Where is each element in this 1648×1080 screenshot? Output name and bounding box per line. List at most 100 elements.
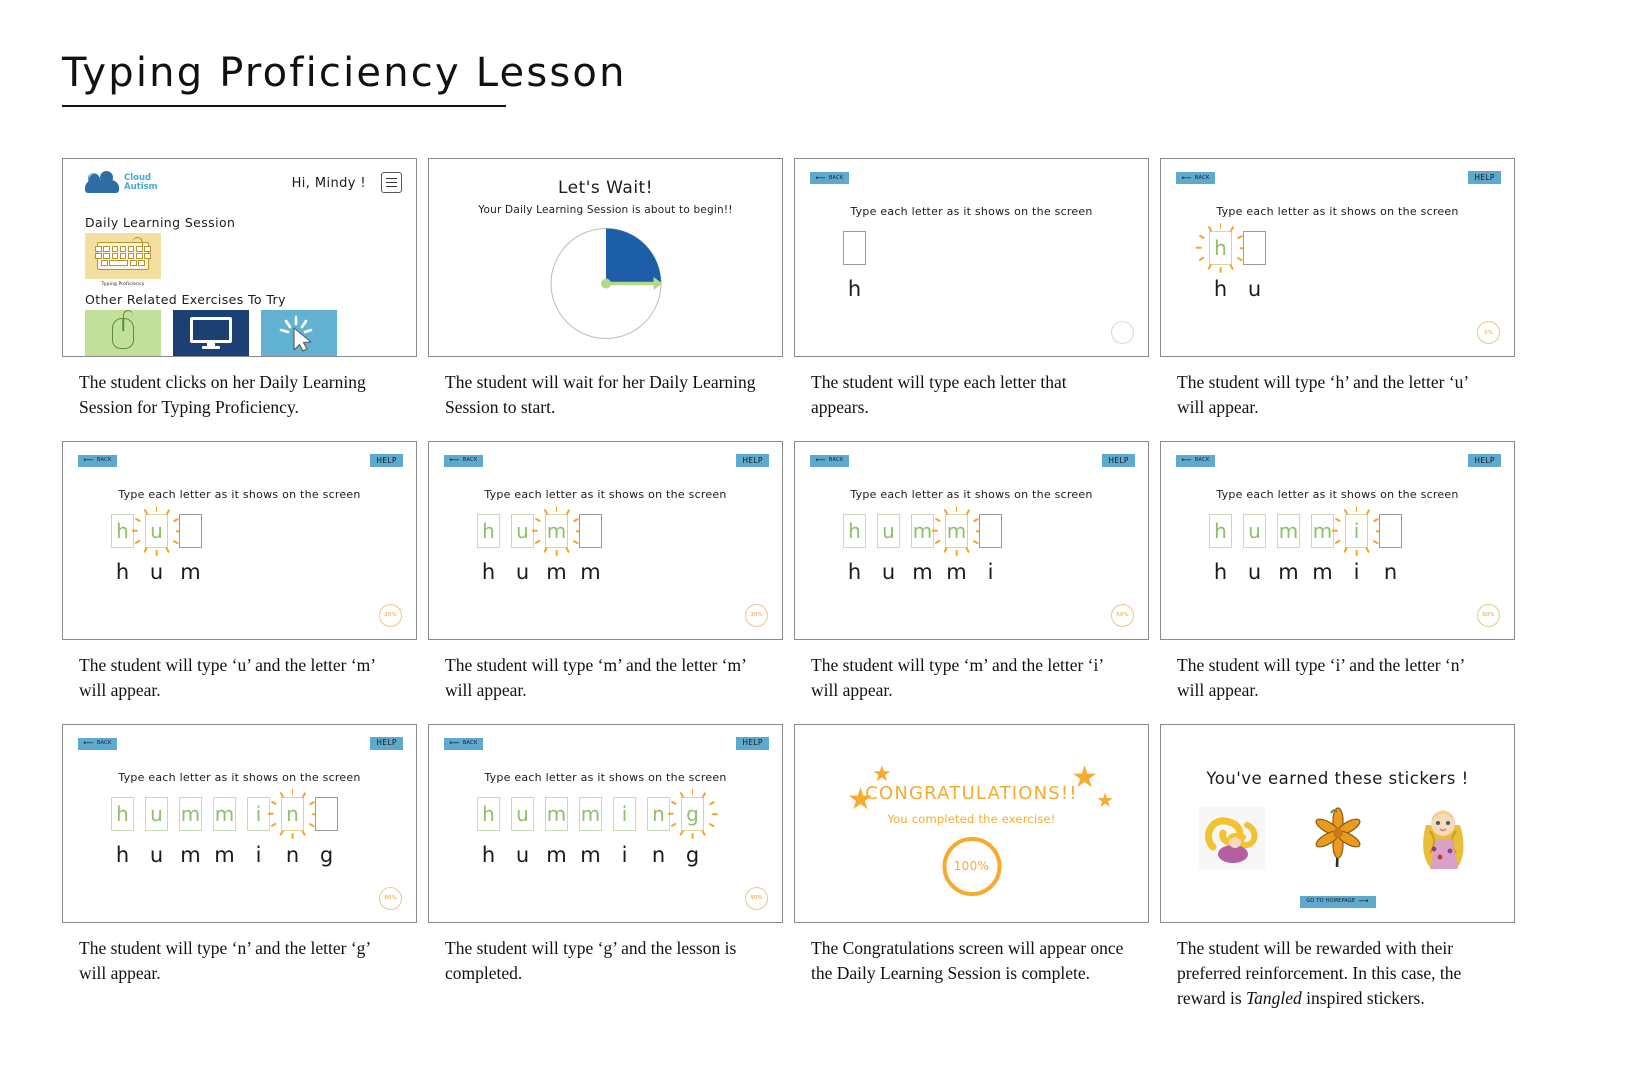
tile-typing-proficiency[interactable]: Typing Proficiency [85, 233, 161, 287]
typing-prompt: Type each letter as it shows on the scre… [118, 770, 361, 784]
typed-letter: n [651, 842, 666, 867]
screen-typing-3: ⟵ BACK HELP Type each letter as it shows … [62, 440, 417, 640]
back-label: BACK [96, 457, 112, 464]
help-label: HELP [742, 738, 763, 748]
panel-caption: The student will type ‘g’ and the lesson… [445, 937, 737, 983]
screen-typing-7: ⟵ BACK HELP Type each letter as it shows … [62, 723, 417, 923]
wait-heading: Let's Wait! [557, 178, 654, 198]
typed-letter: n [1383, 559, 1398, 584]
storyboard-cell-typing-7: ⟵ BACK HELP Type each letter as it shows … [62, 723, 417, 1012]
tile-fine-motor-proficiency[interactable]: Fine Motor Control Proficiency [261, 310, 337, 356]
storyboard-cell-home: Cloud Autism Hi, Mindy ! Daily Learning … [62, 158, 417, 421]
arrow-left-icon: ⟵ [83, 739, 94, 747]
letter-box: i [247, 796, 270, 831]
arrow-left-icon: ⟵ [83, 456, 94, 465]
letter-box [1243, 231, 1266, 265]
typed-letter: u [1247, 559, 1262, 584]
monitor-icon [173, 310, 249, 356]
typed-letter: h [847, 277, 862, 301]
typed-letter: h [1213, 277, 1228, 301]
greeting-text: Hi, Mindy ! [291, 176, 366, 191]
help-button[interactable]: HELP [1468, 453, 1501, 467]
sticker-list [1161, 805, 1514, 871]
typed-letter-row: h [795, 277, 1148, 301]
star-icon: ★ [872, 760, 892, 786]
progress-badge: 90% [745, 886, 768, 910]
letter-box: n [647, 796, 670, 831]
typed-letter-row: hum [63, 560, 416, 584]
caption-part-3: inspired stickers. [1301, 988, 1425, 1009]
daily-session-heading: Daily Learning Session [85, 215, 236, 230]
letter-box: m [1277, 513, 1300, 548]
panel-caption: The student will type ‘m’ and the letter… [811, 654, 1103, 701]
back-button[interactable]: ⟵ BACK [1176, 172, 1215, 184]
typed-letter: m [1278, 559, 1299, 584]
back-label: BACK [462, 740, 478, 746]
screen-stickers: You've earned these stickers ! GO TO HOM… [1160, 723, 1515, 923]
wait-subheading: Your Daily Learning Session is about to … [478, 204, 733, 216]
help-button[interactable]: HELP [1102, 453, 1135, 467]
help-button[interactable]: HELP [370, 453, 403, 467]
storyboard-cell-wait: Let's Wait! Your Daily Learning Session … [428, 158, 783, 421]
typed-letter: h [847, 559, 862, 584]
back-label: BACK [462, 457, 478, 464]
panel-caption: The student will type ‘i’ and the letter… [1177, 654, 1465, 701]
letter-box [315, 796, 338, 831]
title-underline [62, 105, 506, 107]
typed-letter-row: humming [429, 843, 782, 867]
arrow-right-icon: ⟶ [1358, 897, 1369, 905]
arrow-left-icon: ⟵ [1181, 456, 1192, 465]
back-button[interactable]: ⟵ BACK [810, 454, 849, 467]
letter-box [179, 513, 202, 548]
tile-mouse-proficiency[interactable]: Mouse Proficiency [85, 309, 161, 356]
letter-box: m [1311, 513, 1334, 548]
help-label: HELP [1108, 455, 1129, 465]
arrow-left-icon: ⟵ [815, 456, 826, 465]
typed-letter: m [912, 559, 933, 584]
rapunzel-character-sticker [1408, 805, 1480, 871]
typed-letter: n [285, 842, 300, 867]
typed-letter: h [481, 559, 496, 584]
letter-box: h [477, 513, 500, 548]
help-button[interactable]: HELP [736, 736, 769, 750]
help-label: HELP [1474, 455, 1495, 465]
congrats-subheading: You completed the exercise! [887, 811, 1056, 826]
storyboard-row-2: ⟵ BACK HELP Type each letter as it shows … [62, 440, 1515, 704]
panel-caption: The student will type ‘m’ and the letter… [445, 654, 746, 701]
typed-letter: u [515, 842, 530, 867]
go-to-homepage-button[interactable]: GO TO HOMEPAGE ⟶ [1299, 895, 1376, 908]
letter-box: m [931, 505, 982, 556]
letter-box: m [579, 796, 602, 831]
help-button[interactable]: HELP [370, 736, 403, 750]
back-button[interactable]: ⟵ BACK [444, 454, 483, 467]
typed-letter: g [685, 842, 700, 867]
back-button[interactable]: ⟵ BACK [1176, 454, 1215, 467]
help-button[interactable]: HELP [1468, 171, 1501, 184]
screen-home: Cloud Autism Hi, Mindy ! Daily Learning … [62, 158, 417, 357]
letter-box: u [1243, 513, 1266, 548]
tile-computer-proficiency[interactable]: Computer Proficiency [173, 310, 249, 356]
back-button[interactable]: ⟵ BACK [444, 737, 483, 750]
back-button[interactable]: ⟵ BACK [78, 454, 117, 467]
letter-box: u [511, 513, 534, 548]
back-button[interactable]: ⟵ BACK [810, 172, 849, 184]
typed-letter: m [946, 559, 967, 584]
back-button[interactable]: ⟵ BACK [78, 737, 117, 750]
caption-italic: Tangled [1246, 988, 1302, 1009]
letter-box: h [1209, 513, 1232, 548]
typed-letter: h [115, 559, 130, 584]
back-label: BACK [1194, 174, 1210, 181]
storyboard-cell-stickers: You've earned these stickers ! GO TO HOM… [1160, 723, 1515, 1012]
lesson-storyboard-page: Typing Proficiency Lesson Cloud Autism H… [0, 0, 1648, 1080]
panel-caption: The student will type ‘u’ and the letter… [79, 654, 375, 701]
hamburger-menu-icon[interactable] [381, 172, 402, 193]
page-title-block: Typing Proficiency Lesson [62, 50, 627, 107]
typed-letter: m [180, 559, 201, 584]
help-button[interactable]: HELP [736, 453, 769, 467]
storyboard-cell-typing-6: ⟵ BACK HELP Type each letter as it shows … [1160, 440, 1515, 704]
letter-box: h [477, 796, 500, 831]
typing-prompt: Type each letter as it shows on the scre… [850, 487, 1093, 501]
arrow-left-icon: ⟵ [1181, 173, 1192, 182]
typing-prompt: Type each letter as it shows on the scre… [484, 487, 727, 501]
storyboard-cell-typing-8: ⟵ BACK HELP Type each letter as it shows … [428, 723, 783, 1012]
